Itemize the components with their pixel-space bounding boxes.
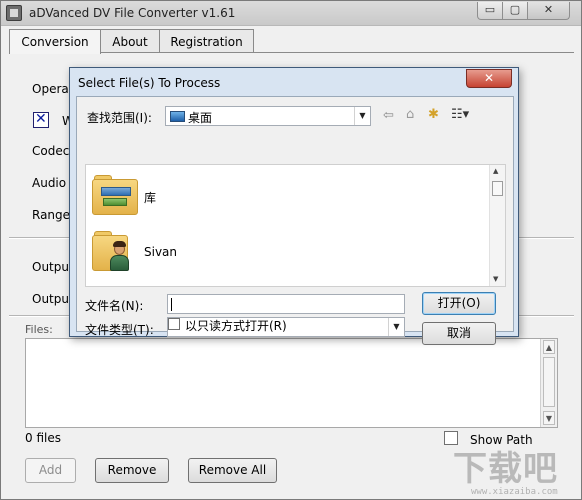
file-name-input[interactable] xyxy=(167,294,405,314)
scroll-up-icon[interactable]: ▲ xyxy=(543,340,555,354)
files-label: Files: xyxy=(25,323,53,336)
file-list[interactable]: 库 Sivan ▲ ▼ xyxy=(85,164,506,287)
files-list[interactable]: ▲ ▼ xyxy=(25,338,558,428)
files-scrollbar[interactable]: ▲ ▼ xyxy=(540,339,557,427)
dialog-body: 查找范围(I): 桌面 ▼ ⇦ ⌂ ✱ ☷▾ 库 Sivan ▲ ▼ 文件名(N… xyxy=(76,96,514,345)
list-item[interactable]: Sivan xyxy=(92,229,212,277)
list-item-label: 库 xyxy=(144,191,157,205)
minimize-icon: ▭ xyxy=(484,3,496,16)
minimize-button[interactable]: ▭ xyxy=(477,2,503,20)
new-folder-icon[interactable]: ✱ xyxy=(428,107,439,122)
chevron-down-icon[interactable]: ▼ xyxy=(388,318,404,336)
remove-button[interactable]: Remove xyxy=(95,458,169,483)
look-in-value: 桌面 xyxy=(188,111,213,125)
look-in-label: 查找范围(I): xyxy=(87,111,152,125)
output-label-2: Output xyxy=(32,292,74,306)
readonly-checkbox[interactable] xyxy=(168,318,180,330)
operation-label: Operat xyxy=(32,82,74,96)
tab-about[interactable]: About xyxy=(100,29,160,53)
chevron-down-icon[interactable]: ▼ xyxy=(354,107,370,125)
file-list-scrollbar[interactable]: ▲ ▼ xyxy=(489,165,505,286)
look-in-combo[interactable]: 桌面 ▼ xyxy=(165,106,371,126)
open-button[interactable]: 打开(O) xyxy=(422,292,496,315)
files-count: 0 files xyxy=(25,431,61,445)
cancel-button[interactable]: 取消 xyxy=(422,322,496,345)
back-icon[interactable]: ⇦ xyxy=(383,108,394,123)
library-folder-icon xyxy=(92,175,138,215)
scroll-down-icon[interactable]: ▼ xyxy=(493,275,498,283)
option-checkbox[interactable]: ✕ xyxy=(33,111,49,128)
scroll-up-icon[interactable]: ▲ xyxy=(493,167,498,175)
dialog-title: Select File(s) To Process xyxy=(78,76,221,90)
dialog-close-button[interactable]: ✕ xyxy=(466,69,512,88)
codec-label: Codec: xyxy=(32,144,74,158)
readonly-label: 以只读方式打开(R) xyxy=(185,319,287,333)
app-icon xyxy=(6,5,22,21)
remove-all-button[interactable]: Remove All xyxy=(188,458,277,483)
audio-label: Audio I xyxy=(32,176,74,190)
scroll-down-icon[interactable]: ▼ xyxy=(543,411,555,425)
maximize-icon: ▢ xyxy=(509,3,521,16)
add-button[interactable]: Add xyxy=(25,458,76,483)
user-folder-icon xyxy=(92,231,138,271)
up-folder-icon[interactable]: ⌂ xyxy=(406,107,414,122)
dialog-title-bar[interactable]: Select File(s) To Process ✕ xyxy=(70,68,518,96)
file-type-label: 文件类型(T): xyxy=(85,323,154,337)
view-menu-icon[interactable]: ☷▾ xyxy=(451,107,469,122)
close-icon: ✕ xyxy=(483,71,495,85)
scroll-thumb[interactable] xyxy=(543,357,555,407)
tab-registration[interactable]: Registration xyxy=(159,29,254,53)
window-title: aDVanced DV File Converter v1.61 xyxy=(29,6,236,20)
tab-conversion[interactable]: Conversion xyxy=(9,29,101,54)
scroll-thumb[interactable] xyxy=(492,181,503,196)
title-bar[interactable]: aDVanced DV File Converter v1.61 ▭ ▢ ✕ xyxy=(1,1,581,26)
checkbox-check-icon: ✕ xyxy=(35,111,47,127)
output-label-1: Output xyxy=(32,260,74,274)
range-label: Range: xyxy=(32,208,75,222)
file-name-label: 文件名(N): xyxy=(85,299,144,313)
text-cursor xyxy=(171,298,172,311)
desktop-icon xyxy=(170,111,185,122)
maximize-button[interactable]: ▢ xyxy=(502,2,528,20)
close-icon: ✕ xyxy=(543,3,554,16)
open-file-dialog: Select File(s) To Process ✕ 查找范围(I): 桌面 … xyxy=(69,67,519,345)
close-button[interactable]: ✕ xyxy=(527,2,570,20)
list-item-label: Sivan xyxy=(144,245,178,259)
tab-bar: Conversion About Registration xyxy=(9,29,575,54)
list-item[interactable]: 库 xyxy=(92,173,212,219)
watermark-url: www.xiazaiba.com xyxy=(471,487,558,497)
